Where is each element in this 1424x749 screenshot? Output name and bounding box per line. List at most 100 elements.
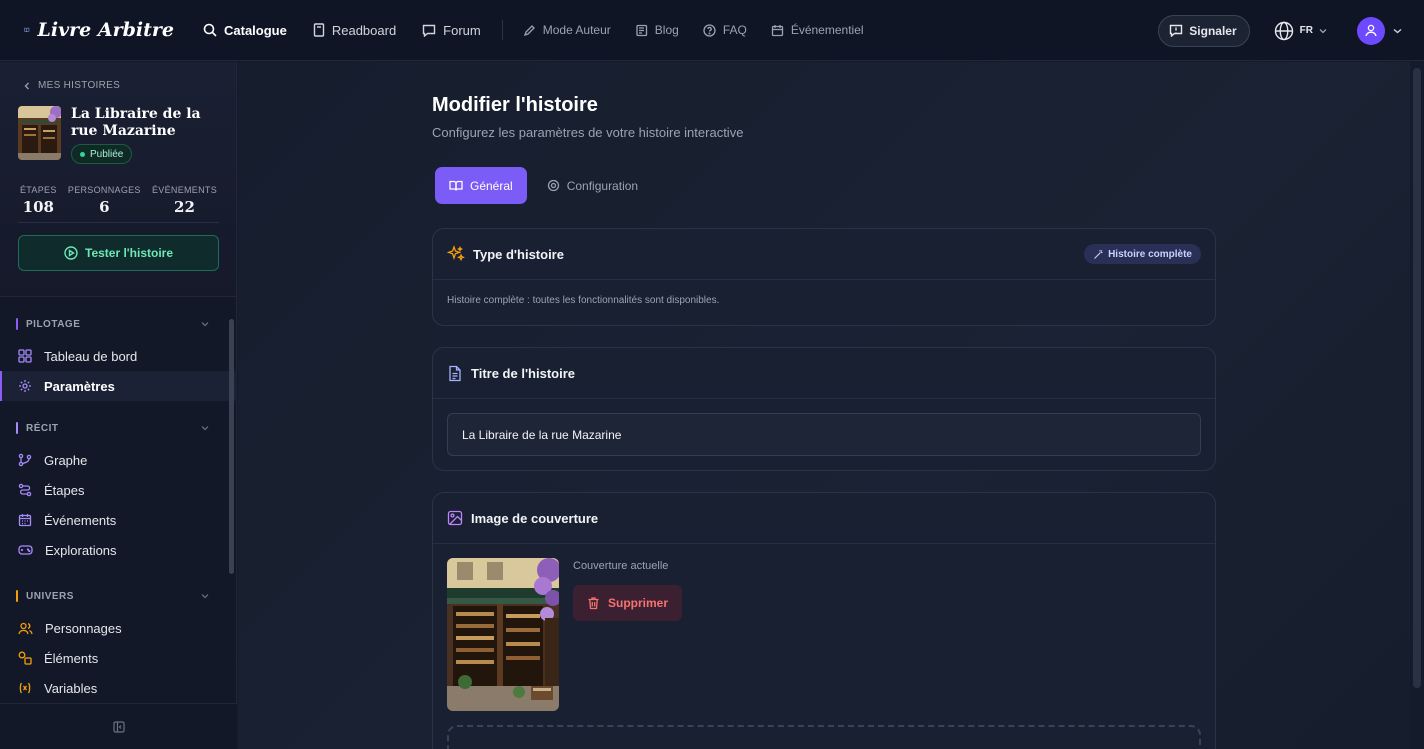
- settings-tabs: Général Configuration: [435, 167, 652, 204]
- sidebar-nav: PILOTAGE Tableau de bord Paramètres RÉCI…: [0, 297, 237, 702]
- sidebar: MES HISTOIRES La Libraire de la rue Maza…: [0, 62, 237, 749]
- stat-label: ÉTAPES: [20, 185, 57, 195]
- page-title: Modifier l'histoire: [432, 94, 598, 116]
- nav-label: Blog: [654, 23, 679, 37]
- back-to-stories-link[interactable]: MES HISTOIRES: [24, 80, 219, 91]
- document-icon: [449, 365, 461, 381]
- card-header: Image de couverture: [433, 493, 1215, 544]
- chevron-down-icon: [201, 426, 209, 431]
- nav-blog[interactable]: Blog: [623, 0, 691, 60]
- story-type-description: Histoire complète : toutes les fonctionn…: [447, 295, 720, 306]
- sidebar-item-explorations[interactable]: Explorations: [0, 535, 237, 565]
- sidebar-item-label: Tableau de bord: [44, 348, 138, 364]
- status-dot: [80, 151, 85, 157]
- current-cover-label: Couverture actuelle: [573, 560, 669, 572]
- story-title-input[interactable]: La Libraire de la rue Mazarine: [447, 413, 1201, 456]
- section-header[interactable]: PILOTAGE: [0, 315, 237, 333]
- chevron-down-icon: [1319, 28, 1327, 33]
- section-accent: [16, 590, 18, 602]
- shapes-icon: [18, 651, 32, 665]
- sidebar-item-elements[interactable]: Éléments: [0, 643, 237, 673]
- nav-faq[interactable]: FAQ: [691, 0, 759, 60]
- newspaper-icon: [636, 24, 647, 36]
- nav-label: Readboard: [331, 22, 397, 38]
- test-story-label: Tester l'histoire: [85, 246, 173, 260]
- page-subtitle: Configurez les paramètres de votre histo…: [432, 125, 744, 140]
- story-meta: La Libraire de la rue Mazarine Publiée: [71, 106, 219, 164]
- sidebar-item-label: Événements: [44, 512, 117, 528]
- sidebar-item-label: Variables: [44, 680, 98, 696]
- sidebar-item-label: Étapes: [44, 482, 85, 498]
- story-title-card: Titre de l'histoire La Libraire de la ru…: [432, 347, 1216, 471]
- story-info: La Libraire de la rue Mazarine Publiée: [18, 106, 219, 164]
- delete-cover-label: Supprimer: [608, 596, 669, 610]
- sidebar-item-graphe[interactable]: Graphe: [0, 445, 237, 475]
- chevron-down-icon: [201, 322, 209, 327]
- section-recit: RÉCIT Graphe Étapes Événements Explorati…: [0, 419, 237, 565]
- nav-readboard[interactable]: Readboard: [300, 0, 409, 60]
- nav-forum[interactable]: Forum: [409, 0, 494, 60]
- sidebar-item-evenements[interactable]: Événements: [0, 505, 237, 535]
- report-label: Signaler: [1189, 23, 1237, 38]
- stat-evenements: ÉVÉNEMENTS 22: [152, 185, 217, 216]
- stat-label: ÉVÉNEMENTS: [151, 185, 217, 195]
- stat-value: 6: [99, 198, 110, 216]
- route-icon: [18, 483, 32, 497]
- image-icon: [447, 510, 463, 526]
- sidebar-item-personnages[interactable]: Personnages: [0, 613, 237, 643]
- cover-upload-dropzone[interactable]: [447, 725, 1201, 749]
- sidebar-item-tableau-de-bord[interactable]: Tableau de bord: [0, 341, 237, 371]
- nav-label: Forum: [443, 22, 481, 38]
- nav-catalogue[interactable]: Catalogue: [190, 0, 300, 60]
- user-menu[interactable]: [1357, 16, 1402, 45]
- status-badge: Publiée: [71, 144, 133, 164]
- tab-configuration[interactable]: Configuration: [533, 167, 652, 204]
- graph-icon: [18, 453, 32, 467]
- collapse-sidebar-icon[interactable]: [112, 720, 125, 733]
- test-story-button[interactable]: Tester l'histoire: [18, 235, 219, 271]
- section-header[interactable]: UNIVERS: [0, 587, 237, 605]
- sidebar-scroll-thumb[interactable]: [229, 319, 234, 574]
- header-actions: Signaler FR: [1158, 0, 1424, 61]
- sidebar-item-etapes[interactable]: Étapes: [0, 475, 237, 505]
- pen-icon: [523, 24, 535, 36]
- sidebar-scrollbar[interactable]: [229, 307, 234, 749]
- language-selector[interactable]: FR: [1274, 21, 1327, 41]
- logo[interactable]: Livre Arbitre: [24, 19, 174, 41]
- chevron-down-icon: [201, 594, 209, 599]
- sidebar-item-label: Graphe: [44, 452, 88, 468]
- sidebar-item-variables[interactable]: Variables: [0, 673, 237, 702]
- chevron-left-icon: [24, 82, 29, 89]
- avatar[interactable]: [1357, 16, 1385, 45]
- card-title: Image de couverture: [471, 510, 599, 526]
- calendar-icon: [771, 24, 783, 36]
- book-icon: [313, 23, 325, 37]
- section-header[interactable]: RÉCIT: [0, 419, 237, 437]
- language-label: FR: [1299, 25, 1313, 36]
- stat-personnages: PERSONNAGES 6: [68, 185, 141, 216]
- section-title-wrap: UNIVERS: [16, 590, 74, 602]
- section-accent: [16, 318, 18, 330]
- section-title: UNIVERS: [26, 590, 74, 602]
- page-scrollbar[interactable]: [1410, 62, 1424, 749]
- nav-label: FAQ: [722, 23, 747, 37]
- report-button[interactable]: Signaler: [1158, 14, 1250, 47]
- flag-message-icon: [1170, 24, 1183, 37]
- card-header: Type d'histoire Histoire complète: [433, 229, 1215, 280]
- card-title: Type d'histoire: [473, 246, 564, 262]
- sidebar-item-parametres[interactable]: Paramètres: [0, 371, 237, 401]
- nav-mode-auteur[interactable]: Mode Auteur: [511, 0, 623, 60]
- play-circle-icon: [64, 246, 78, 260]
- sidebar-item-label: Éléments: [44, 650, 99, 666]
- nav-evenementiel[interactable]: Événementiel: [759, 0, 876, 60]
- card-title: Titre de l'histoire: [471, 365, 575, 381]
- stat-value: 108: [22, 198, 54, 216]
- trash-icon: [588, 597, 599, 610]
- tab-general[interactable]: Général: [435, 167, 527, 204]
- page-scroll-thumb[interactable]: [1413, 68, 1421, 688]
- sidebar-item-label: Paramètres: [44, 378, 115, 394]
- stat-value: 22: [174, 198, 195, 216]
- back-label: MES HISTOIRES: [38, 80, 121, 91]
- delete-cover-button[interactable]: Supprimer: [573, 585, 683, 621]
- cover-image-preview: [447, 558, 559, 711]
